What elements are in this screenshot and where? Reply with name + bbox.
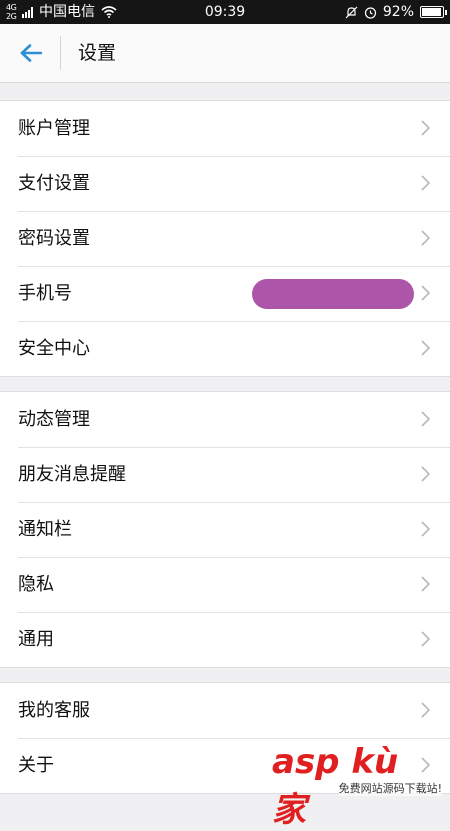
chevron-right-icon	[420, 576, 430, 592]
settings-item-account-management[interactable]: 账户管理	[0, 101, 450, 156]
settings-group-account: 账户管理 支付设置 密码设置 手机号 安全中心	[0, 100, 450, 377]
settings-item-general[interactable]: 通用	[0, 612, 450, 667]
back-button[interactable]	[10, 33, 52, 73]
settings-item-notification-bar[interactable]: 通知栏	[0, 502, 450, 557]
settings-item-label: 通用	[18, 612, 54, 667]
settings-item-friend-notifications[interactable]: 朋友消息提醒	[0, 447, 450, 502]
watermark-subtitle: 免费网站源码下载站!	[339, 780, 442, 796]
settings-item-label: 朋友消息提醒	[18, 447, 126, 502]
settings-item-label: 手机号	[18, 266, 72, 321]
chevron-right-icon	[420, 702, 430, 718]
settings-item-customer-service[interactable]: 我的客服	[0, 683, 450, 738]
alarm-clock-icon	[364, 6, 377, 19]
settings-item-label: 动态管理	[18, 392, 90, 447]
chevron-right-icon	[420, 230, 430, 246]
settings-item-label: 账户管理	[18, 101, 90, 156]
chevron-right-icon	[420, 631, 430, 647]
chevron-right-icon	[420, 521, 430, 537]
settings-item-payment[interactable]: 支付设置	[0, 156, 450, 211]
arrow-left-icon	[20, 44, 42, 62]
nav-divider	[60, 36, 61, 70]
chevron-right-icon	[420, 120, 430, 136]
settings-item-password[interactable]: 密码设置	[0, 211, 450, 266]
bell-muted-icon	[345, 6, 358, 19]
battery-percent: 92%	[383, 0, 414, 24]
settings-item-label: 密码设置	[18, 211, 90, 266]
battery-icon	[420, 6, 444, 18]
settings-item-privacy[interactable]: 隐私	[0, 557, 450, 612]
settings-item-label: 支付设置	[18, 156, 90, 211]
chevron-right-icon	[420, 340, 430, 356]
status-bar: 4G2G 中国电信 09:39 92%	[0, 0, 450, 24]
page-title: 设置	[78, 24, 116, 82]
settings-item-phone[interactable]: 手机号	[0, 266, 450, 321]
settings-item-label: 通知栏	[18, 502, 72, 557]
redacted-phone-value	[252, 279, 414, 309]
status-right: 92%	[345, 0, 444, 24]
chevron-right-icon	[420, 411, 430, 427]
site-watermark: asp kù 家 免费网站源码下载站!	[272, 742, 442, 796]
settings-item-label: 我的客服	[18, 683, 90, 738]
settings-item-label: 隐私	[18, 557, 54, 612]
settings-item-feed-management[interactable]: 动态管理	[0, 392, 450, 447]
chevron-right-icon	[420, 466, 430, 482]
settings-item-label: 关于	[18, 738, 54, 793]
settings-item-security-center[interactable]: 安全中心	[0, 321, 450, 376]
chevron-right-icon	[420, 285, 430, 301]
nav-bar: 设置	[0, 24, 450, 83]
settings-group-social: 动态管理 朋友消息提醒 通知栏 隐私 通用	[0, 391, 450, 668]
chevron-right-icon	[420, 175, 430, 191]
settings-item-label: 安全中心	[18, 321, 90, 376]
